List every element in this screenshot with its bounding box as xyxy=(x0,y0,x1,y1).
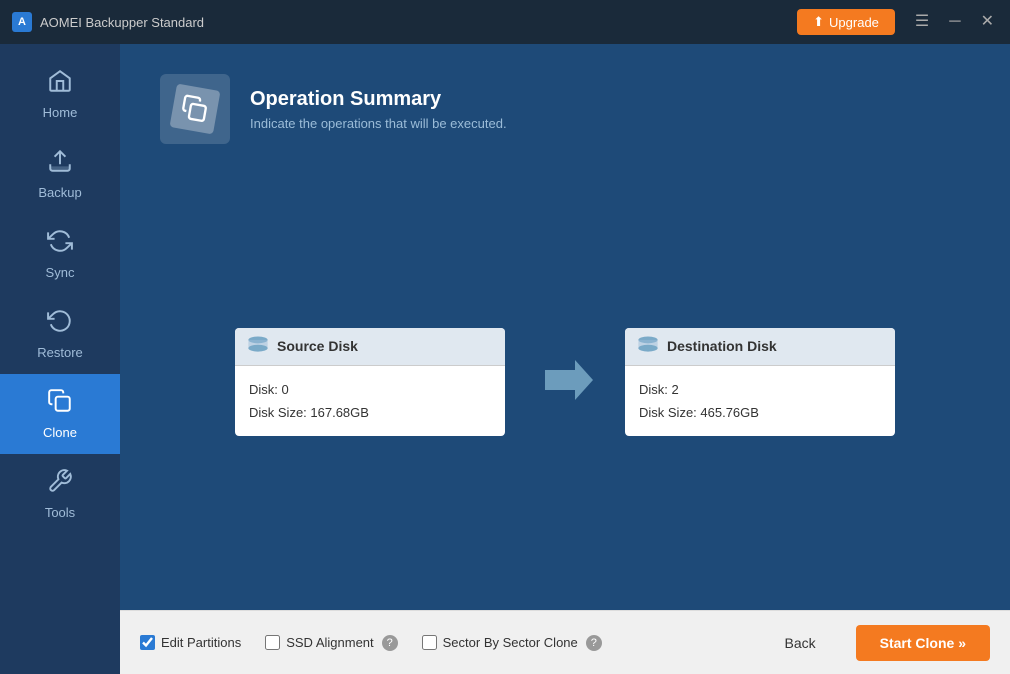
source-disk-card: Source Disk Disk: 0 Disk Size: 167.68GB xyxy=(235,328,505,437)
destination-disk-icon xyxy=(637,336,659,357)
operation-subtitle: Indicate the operations that will be exe… xyxy=(250,116,507,131)
ssd-alignment-group: SSD Alignment ? xyxy=(265,635,397,651)
ssd-alignment-checkbox[interactable] xyxy=(265,635,280,650)
backup-icon xyxy=(47,148,73,180)
operation-icon xyxy=(170,84,221,135)
operation-text: Operation Summary Indicate the operation… xyxy=(250,88,507,131)
destination-disk-label: Destination Disk xyxy=(667,338,777,354)
source-disk-header: Source Disk xyxy=(235,328,505,366)
sidebar-item-restore-label: Restore xyxy=(37,345,83,360)
destination-disk-card: Destination Disk Disk: 2 Disk Size: 465.… xyxy=(625,328,895,437)
home-icon xyxy=(47,68,73,100)
operation-icon-box xyxy=(160,74,230,144)
edit-partitions-label: Edit Partitions xyxy=(161,635,241,650)
content-area: Operation Summary Indicate the operation… xyxy=(120,44,1010,674)
operation-title: Operation Summary xyxy=(250,88,507,111)
clone-area: Source Disk Disk: 0 Disk Size: 167.68GB xyxy=(160,174,970,590)
sidebar-item-restore[interactable]: Restore xyxy=(0,294,120,374)
sidebar-item-backup-label: Backup xyxy=(38,185,81,200)
sidebar-item-tools[interactable]: Tools xyxy=(0,454,120,534)
destination-disk-line2: Disk Size: 465.76GB xyxy=(639,401,881,424)
sector-clone-group: Sector By Sector Clone ? xyxy=(422,635,602,651)
app-title: AOMEI Backupper Standard xyxy=(40,15,204,30)
start-clone-button[interactable]: Start Clone » xyxy=(856,625,990,661)
source-disk-body: Disk: 0 Disk Size: 167.68GB xyxy=(235,366,505,437)
sector-clone-label: Sector By Sector Clone xyxy=(443,635,578,650)
sidebar: Home Backup Sync xyxy=(0,44,120,674)
source-disk-line2: Disk Size: 167.68GB xyxy=(249,401,491,424)
source-disk-line1: Disk: 0 xyxy=(249,378,491,401)
sidebar-item-sync[interactable]: Sync xyxy=(0,214,120,294)
sidebar-item-sync-label: Sync xyxy=(46,265,75,280)
main-layout: Home Backup Sync xyxy=(0,44,1010,674)
clone-arrow xyxy=(535,355,595,410)
sidebar-item-home-label: Home xyxy=(43,105,78,120)
edit-partitions-checkbox[interactable] xyxy=(140,635,155,650)
sidebar-item-clone[interactable]: Clone xyxy=(0,374,120,454)
title-bar-left: A AOMEI Backupper Standard xyxy=(12,12,204,32)
source-disk-label: Source Disk xyxy=(277,338,358,354)
sidebar-item-clone-label: Clone xyxy=(43,425,77,440)
sync-icon xyxy=(47,228,73,260)
sector-clone-help-icon[interactable]: ? xyxy=(586,635,602,651)
restore-icon xyxy=(47,308,73,340)
ssd-alignment-label: SSD Alignment xyxy=(286,635,373,650)
app-icon: A xyxy=(12,12,32,32)
destination-disk-body: Disk: 2 Disk Size: 465.76GB xyxy=(625,366,895,437)
upgrade-icon: ⬆ xyxy=(813,14,824,30)
operation-header: Operation Summary Indicate the operation… xyxy=(160,74,970,144)
window-controls: ☰ ─ ✕ xyxy=(911,12,998,32)
clone-icon xyxy=(47,388,73,420)
minimize-button[interactable]: ─ xyxy=(945,12,964,32)
back-button[interactable]: Back xyxy=(769,627,832,659)
sector-clone-checkbox[interactable] xyxy=(422,635,437,650)
footer-bar: Edit Partitions SSD Alignment ? Sector B… xyxy=(120,610,1010,674)
tools-icon xyxy=(47,468,73,500)
title-bar: A AOMEI Backupper Standard ⬆ Upgrade ☰ ─… xyxy=(0,0,1010,44)
destination-disk-header: Destination Disk xyxy=(625,328,895,366)
edit-partitions-group: Edit Partitions xyxy=(140,635,241,650)
destination-disk-line1: Disk: 2 xyxy=(639,378,881,401)
sidebar-item-backup[interactable]: Backup xyxy=(0,134,120,214)
title-bar-right: ⬆ Upgrade ☰ ─ ✕ xyxy=(797,9,998,35)
upgrade-button[interactable]: ⬆ Upgrade xyxy=(797,9,895,35)
ssd-alignment-help-icon[interactable]: ? xyxy=(382,635,398,651)
sidebar-item-tools-label: Tools xyxy=(45,505,75,520)
menu-button[interactable]: ☰ xyxy=(911,12,933,32)
sidebar-item-home[interactable]: Home xyxy=(0,54,120,134)
source-disk-icon xyxy=(247,336,269,357)
close-button[interactable]: ✕ xyxy=(977,12,998,32)
